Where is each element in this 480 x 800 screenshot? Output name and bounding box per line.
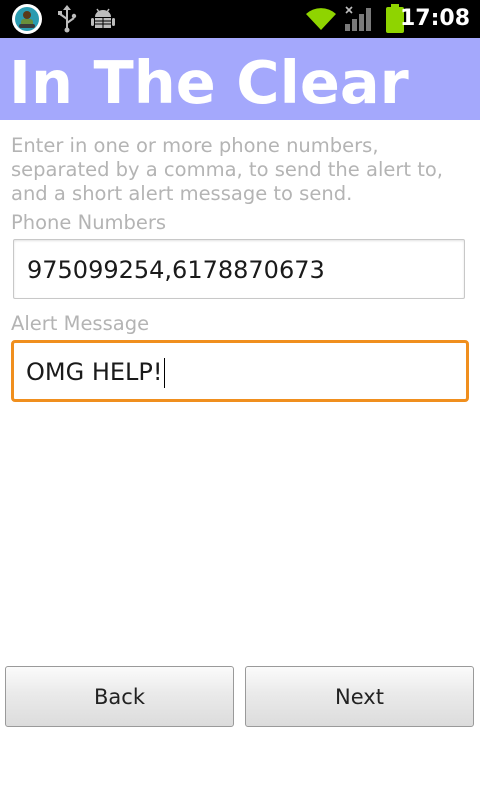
alert-message-text: OMG HELP! bbox=[26, 358, 163, 386]
alert-message-label: Alert Message bbox=[11, 312, 150, 335]
back-button[interactable]: Back bbox=[5, 666, 234, 727]
app-title: In The Clear bbox=[9, 48, 409, 117]
app-notification-icon[interactable] bbox=[8, 0, 46, 38]
status-bar: 17:08 bbox=[0, 0, 480, 38]
phone-numbers-value: 975099254,6178870673 bbox=[27, 256, 325, 284]
text-caret bbox=[163, 358, 165, 388]
clock: 17:08 bbox=[399, 6, 470, 31]
instructions-text: Enter in one or more phone numbers, sepa… bbox=[11, 134, 443, 205]
alert-message-value: OMG HELP! bbox=[26, 343, 165, 399]
android-debug-icon bbox=[88, 0, 118, 38]
signal-icon bbox=[342, 0, 374, 38]
wifi-icon bbox=[304, 0, 338, 38]
phone-numbers-label: Phone Numbers bbox=[11, 211, 167, 234]
phone-numbers-input[interactable]: 975099254,6178870673 bbox=[13, 239, 465, 299]
alert-message-input[interactable]: OMG HELP! bbox=[11, 340, 469, 402]
next-button[interactable]: Next bbox=[245, 666, 474, 727]
usb-icon bbox=[52, 0, 82, 38]
